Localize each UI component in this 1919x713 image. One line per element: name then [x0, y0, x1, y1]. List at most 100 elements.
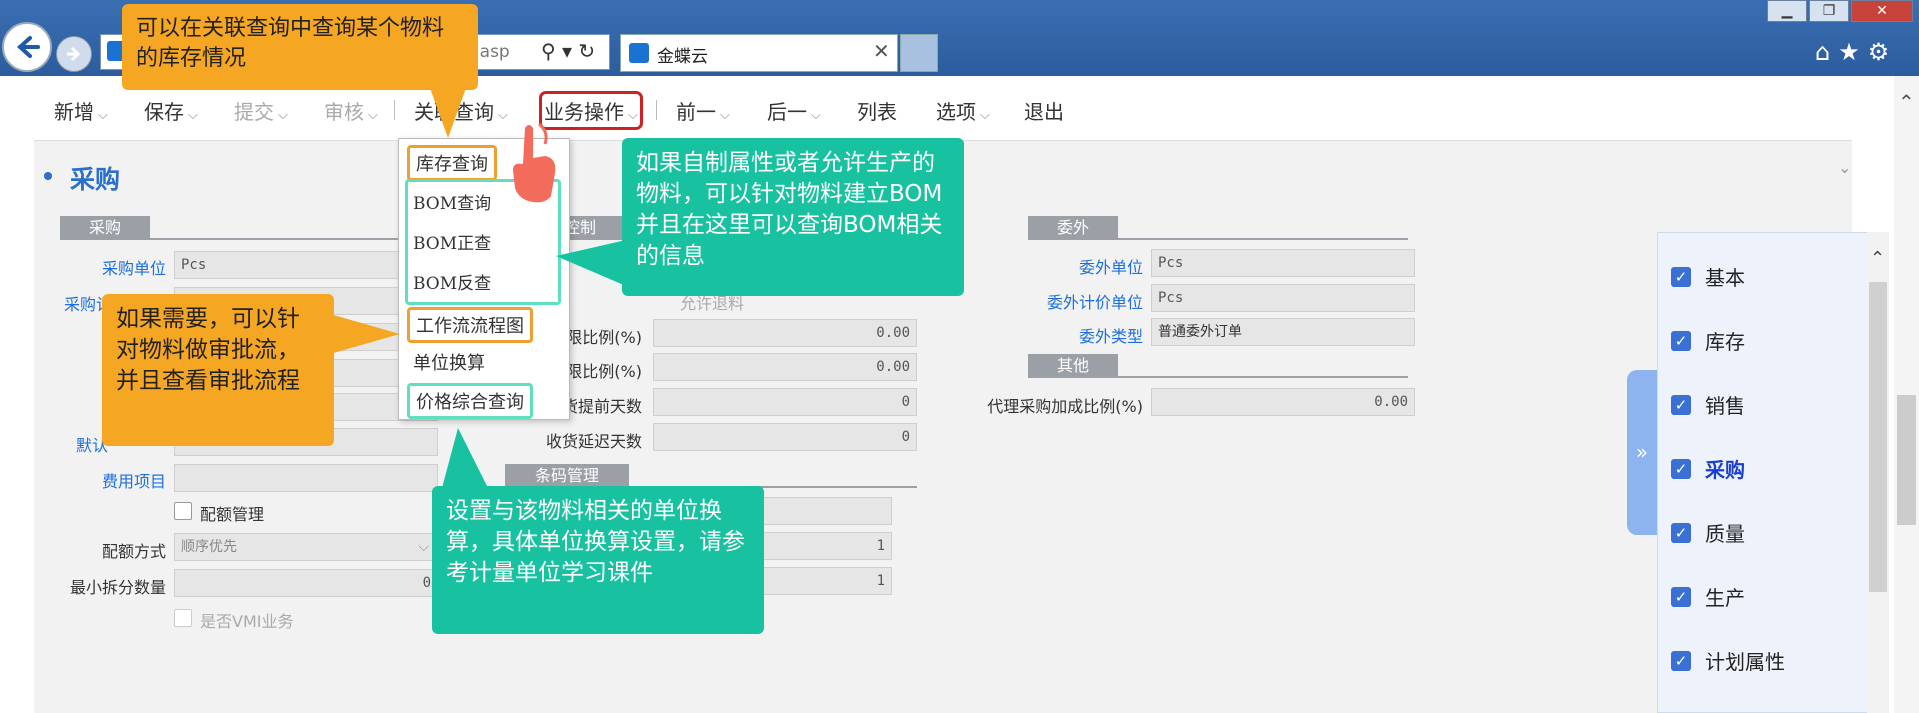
- barcode-field-1[interactable]: [760, 497, 892, 525]
- barcode-group-header: 条码管理: [505, 464, 629, 488]
- outsource-unit-field[interactable]: Pcs: [1151, 249, 1415, 277]
- next-label: 后一: [767, 100, 807, 124]
- outsource-group-header: 委外: [1028, 216, 1118, 240]
- panel-item-purchase[interactable]: ✓ 采购: [1671, 454, 1745, 483]
- checkbox-checked-icon[interactable]: ✓: [1671, 522, 1691, 543]
- group-divider: [1028, 376, 1408, 378]
- submit-button[interactable]: 提交 ⌵: [234, 96, 288, 125]
- callout-unit: 设置与该物料相关的单位换算，具体单位换算设置，请参考计量单位学习课件: [432, 486, 764, 634]
- bom-query-item[interactable]: BOM查询: [407, 187, 497, 216]
- chevron-down-icon: ⌵: [368, 108, 378, 123]
- panel-item-label: 销售: [1705, 394, 1745, 418]
- barcode-field-2[interactable]: 1: [760, 532, 892, 560]
- panel-item-basic[interactable]: ✓ 基本: [1671, 262, 1745, 291]
- prev-button[interactable]: 前一 ⌵: [676, 96, 730, 125]
- agent-markup-label: 代理采购加成比例(%): [987, 397, 1143, 416]
- options-button[interactable]: 选项 ⌵: [936, 96, 990, 125]
- checkbox-checked-icon[interactable]: ✓: [1671, 586, 1691, 607]
- panel-item-sales[interactable]: ✓ 销售: [1671, 390, 1745, 419]
- callout-related-query: 可以在关联查询中查询某个物料的库存情况: [122, 4, 478, 90]
- save-button[interactable]: 保存 ⌵: [144, 96, 198, 125]
- checkbox-checked-icon[interactable]: ✓: [1671, 458, 1691, 479]
- panel-item-inventory[interactable]: ✓ 库存: [1671, 326, 1745, 355]
- outsource-type-label[interactable]: 委外类型: [1000, 323, 1143, 347]
- minimize-button[interactable]: ▁: [1767, 0, 1807, 22]
- vmi-checkbox[interactable]: [174, 609, 192, 627]
- maximize-button[interactable]: ❐: [1809, 0, 1849, 22]
- min-split-label: 最小拆分数量: [69, 578, 166, 597]
- checkbox-checked-icon[interactable]: ✓: [1671, 330, 1691, 351]
- panel-items: ✓ 基本 ✓ 库存 ✓ 销售 ✓ 采购 ✓ 质量 ✓ 生产 ✓ 计划属性: [1657, 232, 1867, 713]
- search-refresh-icon[interactable]: ⚲ ▾ ↻: [541, 39, 595, 63]
- group-divider: [1028, 238, 1408, 240]
- expense-item-field[interactable]: [174, 464, 438, 492]
- section-bullet: [44, 172, 52, 180]
- back-button[interactable]: [2, 22, 52, 72]
- chevron-down-icon: ⌵: [811, 108, 821, 123]
- panel-item-quality[interactable]: ✓ 质量: [1671, 518, 1745, 547]
- quota-mgmt-label: 配额管理: [200, 505, 265, 524]
- delay-days-field[interactable]: 0: [653, 423, 917, 451]
- expense-item-label[interactable]: 费用项目: [60, 468, 166, 492]
- panel-item-label: 基本: [1705, 266, 1745, 290]
- callout-tail: [556, 240, 626, 286]
- purchase-unit-label[interactable]: 采购单位: [60, 255, 166, 279]
- outsource-price-unit-field[interactable]: Pcs: [1151, 284, 1415, 312]
- outsource-type-field[interactable]: 普通委外订单: [1151, 318, 1415, 346]
- panel-item-label: 计划属性: [1705, 650, 1785, 674]
- outsource-price-unit-label[interactable]: 委外计价单位: [1000, 289, 1143, 313]
- pointer-hand-icon: [505, 118, 565, 208]
- submit-label: 提交: [234, 100, 274, 124]
- page-scrollbar-thumb[interactable]: [1897, 395, 1916, 525]
- panel-item-planning[interactable]: ✓ 计划属性: [1671, 646, 1785, 675]
- checkbox-checked-icon[interactable]: ✓: [1671, 650, 1691, 671]
- panel-item-production[interactable]: ✓ 生产: [1671, 582, 1745, 611]
- bom-reverse-item[interactable]: BOM反查: [407, 267, 497, 296]
- quota-method-select[interactable]: 顺序优先 ⌵: [174, 533, 438, 561]
- chevron-up-icon[interactable]: ⌃: [1870, 248, 1885, 269]
- list-button[interactable]: 列表: [857, 96, 897, 125]
- audit-button[interactable]: 审核 ⌵: [324, 96, 378, 125]
- collapse-chevron-icon[interactable]: ⌄: [1838, 158, 1851, 177]
- chevron-down-icon: ⌵: [720, 108, 730, 123]
- new-button[interactable]: 新增 ⌵: [54, 96, 108, 125]
- next-button[interactable]: 后一 ⌵: [767, 96, 821, 125]
- checkbox-checked-icon[interactable]: ✓: [1671, 266, 1691, 287]
- callout-tail: [442, 428, 488, 488]
- outsource-unit-label[interactable]: 委外单位: [1000, 254, 1143, 278]
- panel-item-label: 生产: [1705, 586, 1745, 610]
- min-split-field[interactable]: 0: [174, 569, 438, 597]
- lower-ratio-field[interactable]: 0.00: [653, 353, 917, 381]
- divider: [394, 100, 395, 120]
- agent-markup-field[interactable]: 0.00: [1151, 388, 1415, 416]
- kingdee-logo-icon: [629, 43, 649, 63]
- checkbox-checked-icon[interactable]: ✓: [1671, 394, 1691, 415]
- scroll-up-icon[interactable]: ⌃: [1898, 90, 1915, 114]
- barcode-field-3[interactable]: 1: [760, 567, 892, 595]
- section-title[interactable]: 采购: [70, 160, 120, 196]
- bom-forward-item[interactable]: BOM正查: [407, 227, 497, 256]
- quota-mgmt-checkbox[interactable]: [174, 502, 192, 520]
- unit-conversion-item[interactable]: 单位换算: [407, 347, 491, 377]
- new-tab-button[interactable]: [900, 34, 938, 72]
- panel-expander[interactable]: »: [1627, 370, 1657, 535]
- workflow-chart-item[interactable]: 工作流流程图: [407, 307, 533, 343]
- advance-days-field[interactable]: 0: [653, 388, 917, 416]
- exit-button[interactable]: 退出: [1024, 96, 1064, 125]
- chevron-down-icon: ⌵: [98, 108, 108, 123]
- home-favorites-settings-icon[interactable]: ⌂★⚙: [1815, 38, 1897, 66]
- inventory-query-item[interactable]: 库存查询: [407, 145, 497, 181]
- callout-bom: 如果自制属性或者允许生产的物料，可以针对物料建立BOM并且在这里可以查询BOM相…: [622, 138, 964, 296]
- forward-button[interactable]: [56, 36, 92, 72]
- close-icon[interactable]: ✕: [873, 39, 890, 63]
- panel-scrollbar-thumb[interactable]: [1869, 282, 1887, 592]
- browser-tab[interactable]: 金蝶云 ✕: [620, 34, 898, 72]
- upper-ratio-field[interactable]: 0.00: [653, 319, 917, 347]
- window-close-button[interactable]: ✕: [1851, 0, 1913, 22]
- new-label: 新增: [54, 100, 94, 124]
- callout-workflow: 如果需要，可以针对物料做审批流，并且查看审批流程: [102, 294, 334, 446]
- chevron-down-icon: ⌵: [418, 539, 429, 555]
- purchase-group-header: 采购: [60, 216, 150, 240]
- forward-arrow-icon: [67, 46, 81, 62]
- price-query-item[interactable]: 价格综合查询: [407, 383, 533, 419]
